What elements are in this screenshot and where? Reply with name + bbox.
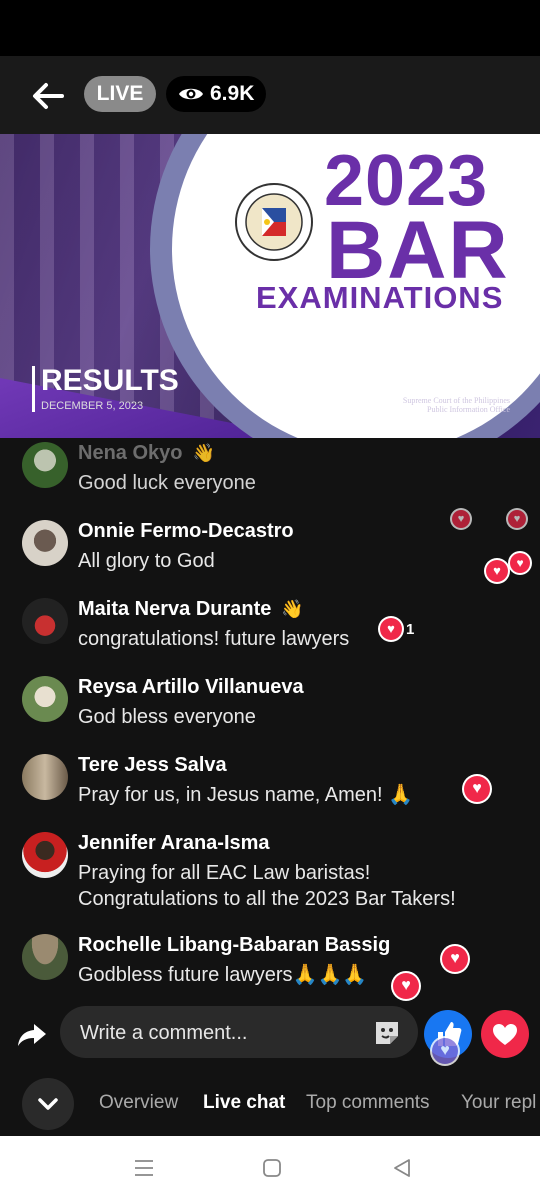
comment-input[interactable] (78, 1006, 362, 1060)
results-label-block: RESULTS DECEMBER 5, 2023 (32, 366, 179, 412)
wave-icon: 👋 (281, 599, 304, 619)
video-player[interactable]: 2023 BAR EXAMINATIONS RESULTS DECEMBER 5… (0, 134, 540, 438)
tab-top-comments[interactable]: Top comments (306, 1092, 430, 1114)
top-bar: LIVE 6.9K (0, 56, 540, 134)
tab-overview[interactable]: Overview (99, 1092, 178, 1114)
collapse-button[interactable] (22, 1078, 74, 1130)
menu-icon[interactable] (132, 1156, 156, 1180)
love-reaction-icon: ♥ (380, 618, 402, 640)
floating-love-reaction-icon: ♥ (442, 946, 468, 972)
chevron-down-icon (38, 1098, 58, 1110)
reaction-count-badge[interactable]: ♥ 1 (380, 618, 414, 640)
viewer-count-badge: 6.9K (166, 76, 267, 112)
love-reaction-button[interactable] (481, 1010, 529, 1058)
avatar[interactable] (22, 754, 68, 800)
avatar[interactable] (22, 934, 68, 980)
avatar[interactable] (22, 832, 68, 878)
heart-icon (493, 1024, 517, 1045)
results-date: DECEMBER 5, 2023 (41, 400, 144, 412)
back-triangle-icon[interactable] (390, 1156, 414, 1180)
live-chat-list[interactable]: Nena Okyo 👋 Good luck everyone Onnie Ferm… (0, 438, 540, 1008)
live-badge: LIVE (84, 76, 156, 112)
back-arrow-icon[interactable] (28, 76, 68, 116)
supreme-court-seal-icon (235, 183, 313, 261)
eye-icon (179, 88, 203, 100)
status-bar (0, 0, 540, 56)
sticker-icon[interactable] (372, 1018, 402, 1048)
viewer-count: 6.9K (210, 82, 255, 105)
tab-your-replies[interactable]: Your repl (461, 1092, 536, 1114)
avatar[interactable] (22, 598, 68, 644)
floating-love-reaction-icon: ♥ (464, 776, 490, 802)
avatar[interactable] (22, 676, 68, 722)
chat-tabs: Overview Live chat Top comments Your rep… (0, 1078, 540, 1130)
floating-love-reaction-icon: ♥ (510, 553, 530, 573)
share-icon[interactable] (16, 1018, 48, 1050)
comment-field[interactable] (60, 1006, 418, 1060)
tab-live-chat[interactable]: Live chat (203, 1092, 285, 1114)
floating-love-reaction-icon: ♥ (486, 560, 508, 582)
banner-subtitle: EXAMINATIONS (256, 280, 504, 315)
avatar[interactable] (22, 442, 68, 488)
system-nav-bar (0, 1136, 540, 1200)
office-credit: Supreme Court of the Philippines Public … (402, 396, 510, 414)
floating-love-reaction-icon: ♥ (508, 510, 526, 528)
results-label: RESULTS (41, 364, 179, 397)
home-icon[interactable] (260, 1156, 284, 1180)
floating-love-reaction-icon: ♥ (393, 973, 419, 999)
floating-like-reaction-icon: ♥ (432, 1038, 458, 1064)
composer-bar: ♥ Overview Live chat Top comments Your r… (0, 1006, 540, 1136)
wave-icon: 👋 (192, 443, 215, 463)
avatar[interactable] (22, 520, 68, 566)
floating-love-reaction-icon: ♥ (452, 510, 470, 528)
